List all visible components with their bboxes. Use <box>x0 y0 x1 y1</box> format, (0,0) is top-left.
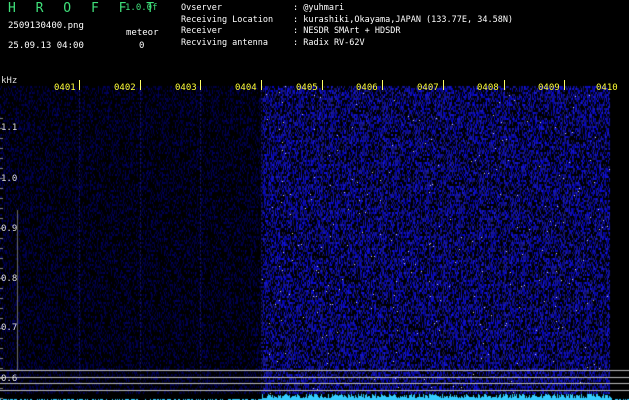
freq-label: 0.6 <box>1 374 18 384</box>
time-mark: 0407 <box>417 83 439 93</box>
info-key: Recviving antenna <box>181 37 268 48</box>
time-mark: 0401 <box>54 83 76 93</box>
time-mark: 0410 <box>596 83 618 93</box>
station-info: Ovserver : @yuhmari Receiving Location : k… <box>181 3 513 49</box>
time-tick <box>322 80 323 90</box>
time-mark: 0406 <box>356 83 378 93</box>
info-value: : @yuhmari <box>293 3 345 13</box>
info-row-observer: Ovserver : @yuhmari <box>181 3 513 15</box>
time-mark: 0405 <box>296 83 318 93</box>
time-tick <box>382 80 383 90</box>
meteor-label: meteor <box>126 28 159 38</box>
freq-label: 0.9 <box>1 224 18 234</box>
info-row-receiver: Receiver : NESDR SMArt + HDSDR <box>181 26 513 38</box>
time-tick <box>200 80 201 90</box>
info-key: Receiver <box>181 26 222 37</box>
time-tick <box>564 80 565 90</box>
time-mark: 0403 <box>175 83 197 93</box>
time-tick <box>79 80 80 90</box>
info-value: : Radix RV-62V <box>293 37 365 48</box>
time-mark: 0402 <box>114 83 136 93</box>
info-value: : kurashiki,Okayama,JAPAN (133.77E, 34.5… <box>293 14 514 25</box>
freq-label: 1.1 <box>1 123 18 133</box>
info-row-location: Receiving Location : kurashiki,Okayama,JA… <box>181 15 513 27</box>
time-mark: 0409 <box>538 83 560 93</box>
freq-label: 0.7 <box>1 323 18 333</box>
info-row-antenna: Recviving antenna : Radix RV-62V <box>181 38 513 50</box>
meteor-count: 0 <box>139 41 145 51</box>
info-key: Ovserver <box>181 3 222 13</box>
info-value: : NESDR SMArt + HDSDR <box>293 26 401 37</box>
time-tick <box>140 80 141 90</box>
file-name: 2509130400.png <box>8 21 84 31</box>
capture-datetime: 25.09.13 04:00 <box>8 41 84 51</box>
info-key: Receiving Location <box>181 14 274 25</box>
time-tick <box>443 80 444 90</box>
time-mark: 0404 <box>235 83 257 93</box>
spectrogram-canvas <box>0 78 629 400</box>
time-tick <box>504 80 505 90</box>
app-version: 1.0.0f <box>125 3 158 13</box>
freq-label: 1.0 <box>1 174 18 184</box>
freq-label: 0.8 <box>1 274 18 284</box>
time-mark: 0408 <box>477 83 499 93</box>
freq-unit-label: kHz <box>1 76 18 86</box>
time-tick <box>261 80 262 90</box>
